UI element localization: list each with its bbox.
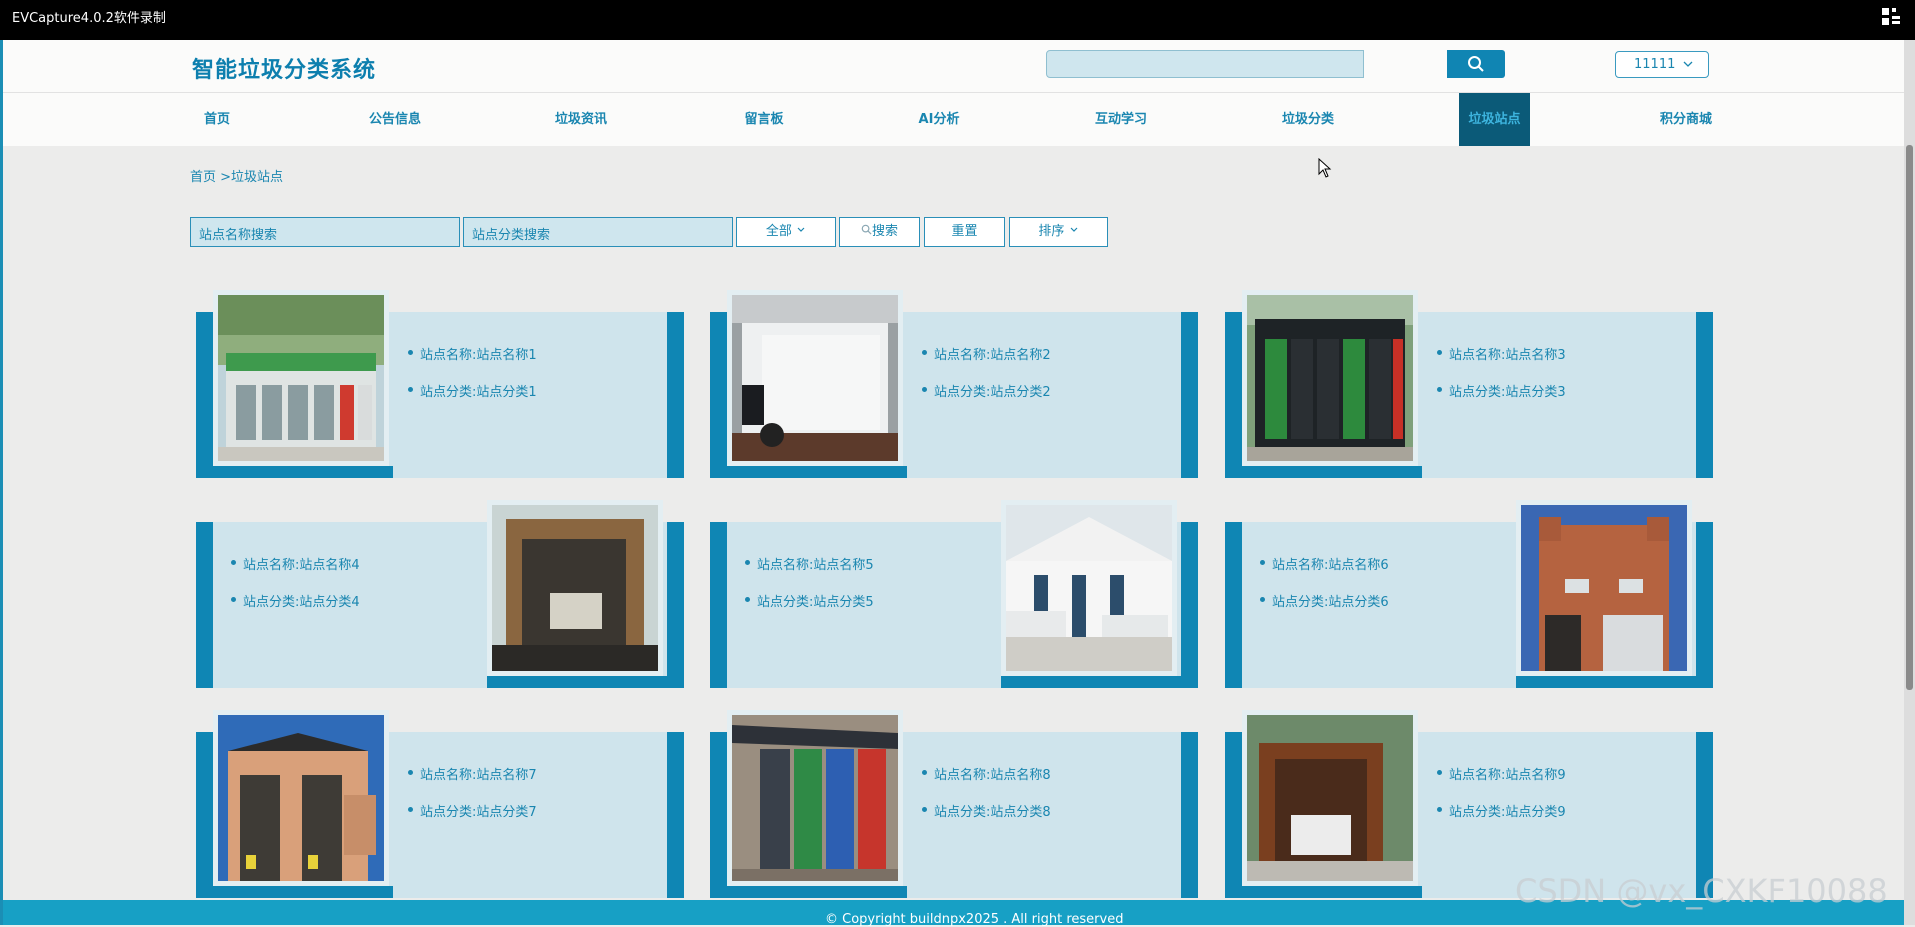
grid-menu-icon[interactable] [1881,7,1901,27]
window-titlebar: EVCapture4.0.2软件录制 [0,0,1915,40]
four-bin-kiosk-image[interactable] [732,715,898,881]
sort-dropdown[interactable]: 排序 [1009,217,1108,247]
sorting-kiosk-image[interactable] [1247,295,1413,461]
station-card[interactable]: 站点名称:站点名称6 站点分类:站点分类6 [1225,500,1713,688]
twin-booth-building-image[interactable] [218,715,384,881]
nav-news[interactable]: 垃圾资讯 [541,93,621,146]
reset-button[interactable]: 重置 [924,217,1005,247]
breadcrumb: 首页 >垃圾站点 [190,170,284,185]
nav-garbage-classification[interactable]: 垃圾分类 [1265,93,1351,146]
mouse-cursor-icon [1318,158,1332,178]
sort-label: 排序 [1038,224,1065,239]
search-button-label: 搜索 [871,224,898,239]
chevron-down-icon [1683,61,1693,67]
station-name: 站点名称:站点名称9 [1437,764,1566,801]
station-category: 站点分类:站点分类1 [408,381,537,418]
transfer-shelter-image[interactable] [492,505,658,671]
nav-announcements[interactable]: 公告信息 [355,93,435,146]
all-select[interactable]: 全部 [736,217,836,247]
chevron-down-icon [1070,227,1078,232]
nav-home[interactable]: 首页 [189,93,245,146]
reset-button-label: 重置 [951,224,978,239]
station-card[interactable]: 站点名称:站点名称5 站点分类:站点分类5 [710,500,1198,688]
station-name-placeholder: 站点名称搜索 [199,228,278,243]
station-card[interactable]: 站点名称:站点名称7 站点分类:站点分类7 [196,710,684,898]
window-title: EVCapture4.0.2软件录制 [12,11,166,26]
station-category: 站点分类:站点分类4 [231,591,360,628]
nav-interactive-learning[interactable]: 互动学习 [1078,93,1164,146]
brick-station-building-image[interactable] [1521,505,1687,671]
user-name: 11111 [1634,57,1676,72]
page-scrollbar[interactable] [1904,40,1915,925]
search-icon [1468,56,1484,72]
station-name: 站点名称:站点名称7 [408,764,537,801]
smart-recycling-station-image[interactable] [218,295,384,461]
station-name: 站点名称:站点名称5 [745,554,874,591]
station-category-search-input[interactable]: 站点分类搜索 [463,217,733,247]
user-dropdown[interactable]: 11111 [1615,51,1709,78]
station-name: 站点名称:站点名称8 [922,764,1051,801]
search-button[interactable]: 搜索 [839,217,920,247]
station-card[interactable]: 站点名称:站点名称9 站点分类:站点分类9 [1225,710,1713,898]
header-search-input[interactable] [1046,50,1364,78]
station-name: 站点名称:站点名称3 [1437,344,1566,381]
nav-garbage-stations[interactable]: 垃圾站点 [1459,93,1530,146]
scrollbar-thumb[interactable] [1906,145,1913,690]
nav-message-board[interactable]: 留言板 [724,93,804,146]
transfer-station-building-image[interactable] [1006,505,1172,671]
main-nav: 首页 公告信息 垃圾资讯 留言板 AI分析 互动学习 垃圾分类 垃圾站点 积分商… [3,93,1904,146]
station-card[interactable]: 站点名称:站点名称3 站点分类:站点分类3 [1225,290,1713,478]
station-category-placeholder: 站点分类搜索 [472,228,551,243]
station-name: 站点名称:站点名称6 [1260,554,1389,591]
station-category: 站点分类:站点分类6 [1260,591,1389,628]
chevron-down-icon [797,227,805,232]
station-category: 站点分类:站点分类2 [922,381,1051,418]
site-logo[interactable]: 智能垃圾分类系统 [192,52,376,84]
station-category: 站点分类:站点分类3 [1437,381,1566,418]
station-name: 站点名称:站点名称1 [408,344,537,381]
station-category: 站点分类:站点分类7 [408,801,537,838]
header-search-button[interactable] [1447,50,1505,78]
csdn-watermark: CSDN @vx_CXKF10088 [1515,872,1888,910]
station-name: 站点名称:站点名称2 [922,344,1051,381]
station-name-search-input[interactable]: 站点名称搜索 [190,217,460,247]
search-icon [861,224,872,235]
station-card[interactable]: 站点名称:站点名称4 站点分类:站点分类4 [196,500,684,688]
wooden-shelter-image[interactable] [1247,715,1413,881]
site-header: 智能垃圾分类系统 11111 [3,40,1904,93]
station-name: 站点名称:站点名称4 [231,554,360,591]
station-category: 站点分类:站点分类8 [922,801,1051,838]
station-category: 站点分类:站点分类5 [745,591,874,628]
page-left-edge [0,40,3,925]
station-card[interactable]: 站点名称:站点名称8 站点分类:站点分类8 [710,710,1198,898]
nav-ai-analysis[interactable]: AI分析 [899,93,979,146]
garbage-truck-image[interactable] [732,295,898,461]
nav-points-mall[interactable]: 积分商城 [1643,93,1729,146]
all-select-value: 全部 [765,224,792,239]
station-card[interactable]: 站点名称:站点名称2 站点分类:站点分类2 [710,290,1198,478]
station-card[interactable]: 站点名称:站点名称1 站点分类:站点分类1 [196,290,684,478]
station-category: 站点分类:站点分类9 [1437,801,1566,838]
